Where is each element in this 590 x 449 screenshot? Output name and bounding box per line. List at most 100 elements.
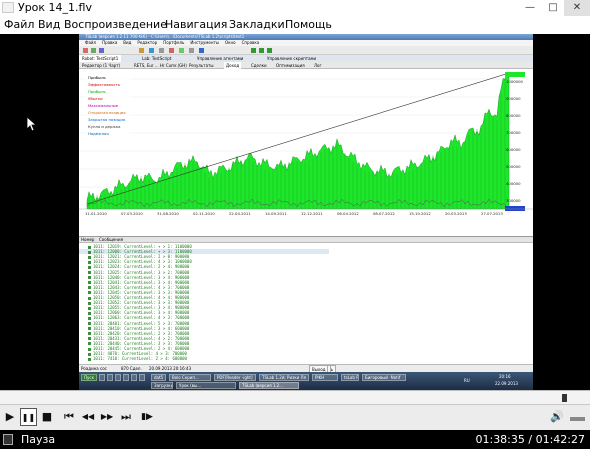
inner-status-bar: Роадина сос 870 Сдел. 20.09.2013 20:16:4… <box>79 364 533 381</box>
toolbar-icon <box>99 48 104 53</box>
taskbar-item: TSLab (версия 1.2... <box>239 382 299 389</box>
taskbar-item: Бигоровый -Notif <box>362 374 406 381</box>
menu-playback[interactable]: Воспроизведение <box>64 18 167 31</box>
subtab-optimization: Оптимизация <box>276 63 305 68</box>
x-tick-label: 08.07.2012 <box>373 211 395 216</box>
inner-menu-item: Файл <box>85 40 97 45</box>
status-time: 20.09.2013 20:16:43 <box>149 366 192 371</box>
legend-entry: Убытки <box>88 96 103 101</box>
taskbar-item: PIKH <box>312 374 338 381</box>
y-tick-label: 800000 <box>506 113 521 118</box>
x-tick-label: 02.11.2010 <box>193 211 215 216</box>
x-tick-label: 20.03.2013 <box>445 211 467 216</box>
menu-navigation[interactable]: Навигация <box>165 18 227 31</box>
equity-chart-svg: Прибыль Эффективность Прибыль Убытки Максима… <box>79 69 533 236</box>
legend-entry: Прибыль <box>88 75 106 80</box>
menu-bookmarks[interactable]: Закладки <box>229 18 285 31</box>
play-button[interactable]: ▶ <box>2 408 18 426</box>
y-tick-label: 500000 <box>506 164 521 169</box>
inner-menu-item: Редактор <box>137 40 158 45</box>
volume-slider[interactable] <box>570 417 585 421</box>
player-status-bar: Пауза 01:38:35 / 01:42:27 <box>0 430 590 449</box>
frame-step-button[interactable]: ▮▶ <box>138 408 156 426</box>
y-tick-label: 600000 <box>506 147 521 152</box>
next-button[interactable]: ⏭ <box>117 408 135 426</box>
status-left: Роадина сос <box>81 366 107 371</box>
minimize-button[interactable]: — <box>518 0 542 16</box>
x-tick-label: 11.01.2010 <box>85 211 107 216</box>
maximize-button[interactable]: □ <box>542 0 564 16</box>
legend-entry: Купля и держка <box>88 124 120 129</box>
x-tick-label: 06.04.2012 <box>337 211 359 216</box>
legend-entry: Максимальные <box>88 103 119 108</box>
inner-subtabs: Редактор (1 Чарт) RETS, Eur ... Hr Cumr.… <box>79 62 533 69</box>
inner-menu-item: Справка <box>241 40 260 45</box>
log-info-icon <box>88 255 91 259</box>
log-text: 1011: 7410: CurrentLevel: 2 > 4: 600000 <box>93 356 187 362</box>
log-info-icon <box>88 322 91 325</box>
toolbar-icon <box>149 48 154 53</box>
subtab-chart: RETS, Eur ... Hr Cumr.(GH) <box>134 63 187 68</box>
x-tick-label: 15.10.2012 <box>409 211 431 216</box>
subtab-results: Результаты <box>189 63 214 68</box>
log-info-icon <box>88 306 91 310</box>
tab-scripts: Управление скриптами <box>267 56 317 61</box>
log-info-icon <box>88 265 91 269</box>
info-icon[interactable] <box>3 434 13 445</box>
taskbar-lang: RU <box>464 378 470 383</box>
seek-bar[interactable] <box>0 391 590 405</box>
taskbar-item: TSLab 1.2й; Ризки Ля <box>259 374 309 381</box>
status-count: 870 Сдел. <box>121 366 142 371</box>
forward-button[interactable]: ▶▶ <box>98 408 116 426</box>
taskbar-item: tsLab Рост <box>341 374 359 381</box>
taskbar-quick-icon <box>139 374 145 381</box>
video-area[interactable]: TSLab (версия 1.2.11.700-tk6) - C:\Users… <box>0 34 590 390</box>
menu-file[interactable]: Файл <box>4 18 34 31</box>
log-info-icon <box>88 296 91 300</box>
toolbar-icon <box>83 48 88 53</box>
inner-toolbar <box>79 46 533 55</box>
tab-agents: Управление агентами <box>197 56 244 61</box>
taskbar-start: Пуск <box>81 374 97 381</box>
stop-button[interactable]: ■ <box>39 408 55 426</box>
inner-menu-item: Вид <box>123 40 132 45</box>
y-tick-label: 300000 <box>506 198 521 203</box>
y-tick-label: 700000 <box>506 130 521 135</box>
taskbar-quick-icon <box>131 374 137 381</box>
x-tick-label: 22.04.2011 <box>229 211 251 216</box>
log-info-icon <box>88 245 91 249</box>
log-info-icon <box>88 337 91 341</box>
x-tick-label: 07.03.2010 <box>121 211 143 216</box>
log-info-icon <box>88 286 91 290</box>
mouse-cursor-icon <box>26 116 38 132</box>
taskbar-clock-time: 20:16 <box>499 374 511 379</box>
log-info-icon <box>88 332 91 336</box>
video-frame: TSLab (версия 1.2.11.700-tk6) - C:\Users… <box>79 34 533 390</box>
legend-entry: Надёжная <box>88 131 109 136</box>
tab-robot: Robot: TestScript1 <box>79 55 122 62</box>
taskbar-quick-icon <box>99 374 105 381</box>
menu-view[interactable]: Вид <box>38 18 60 31</box>
taskbar-item: dat5 <box>151 374 166 381</box>
y-tick-label: 400000 <box>506 181 521 186</box>
subtab-trades: Сделки <box>251 63 267 68</box>
taskbar-quick-icon <box>107 374 113 381</box>
equity-chart: Прибыль Эффективность Прибыль Убытки Максима… <box>79 69 533 236</box>
toolbar-icon <box>169 48 174 53</box>
close-button[interactable]: ✕ <box>564 0 590 16</box>
log-info-icon <box>88 347 91 351</box>
log-info-icon <box>88 301 91 305</box>
subtab-income: Доход <box>224 62 242 69</box>
taskbar-quick-icon <box>115 374 121 381</box>
x-tick-label: 27.07.2013 <box>481 211 503 216</box>
menu-help[interactable]: Помощь <box>285 18 332 31</box>
previous-button[interactable]: ⏮ <box>60 408 78 426</box>
volume-icon[interactable]: 🔊 <box>547 408 567 426</box>
playback-time: 01:38:35 / 01:42:27 <box>475 433 585 446</box>
legend-entry: Открытая позиция <box>88 110 126 115</box>
seek-thumb[interactable] <box>561 394 567 402</box>
rewind-button[interactable]: ◀◀ <box>79 408 97 426</box>
toolbar-icon <box>259 48 264 53</box>
playback-state: Пауза <box>21 433 56 446</box>
pause-button[interactable]: ❚❚ <box>20 408 37 426</box>
